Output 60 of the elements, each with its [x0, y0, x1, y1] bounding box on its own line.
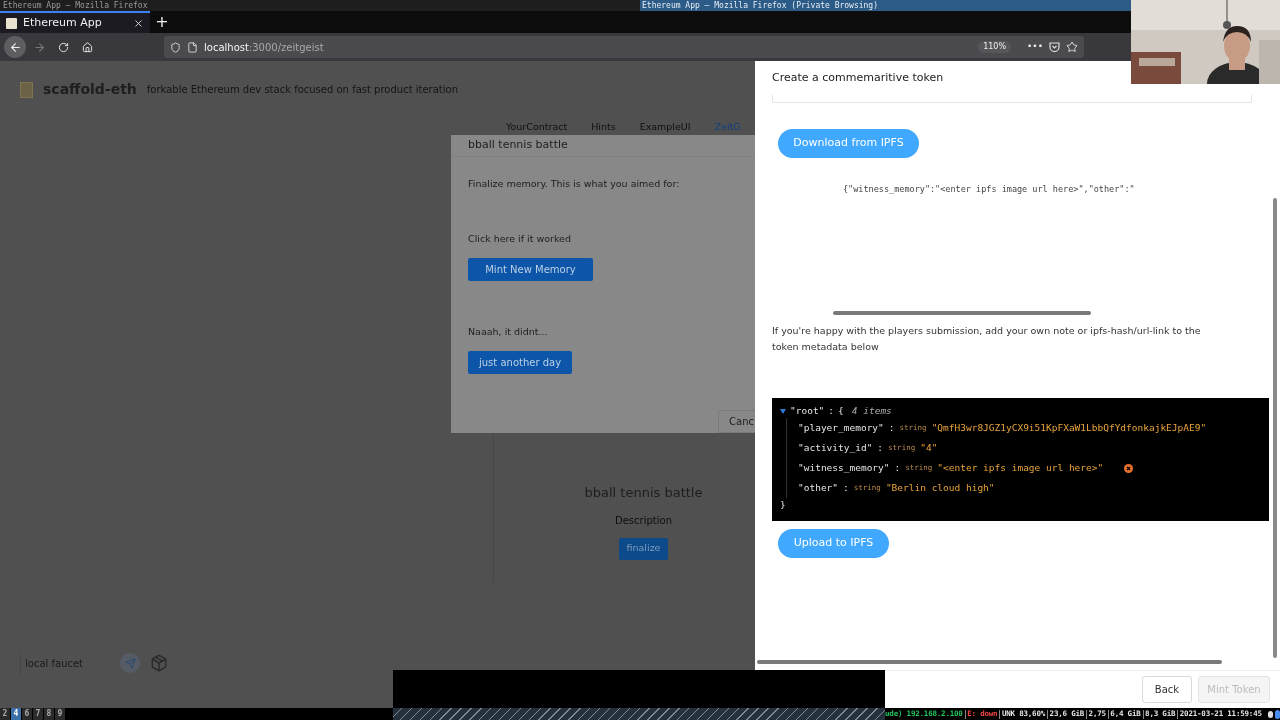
- browser-tab[interactable]: Ethereum App: [0, 11, 150, 33]
- workspace-button[interactable]: 4: [11, 708, 21, 720]
- delete-icon[interactable]: [1124, 463, 1134, 473]
- workspace-button[interactable]: 9: [55, 708, 65, 720]
- workspace-button[interactable]: 7: [33, 708, 43, 720]
- shield-icon[interactable]: [170, 41, 181, 53]
- modal-text: Click here if it worked: [468, 231, 571, 246]
- scrollbar[interactable]: [757, 660, 1222, 664]
- reload-icon[interactable]: [57, 41, 69, 53]
- tab-title: Ethereum App: [23, 14, 103, 31]
- workspace-button[interactable]: 6: [22, 708, 32, 720]
- url-text: localhost:3000/zeitgeist: [204, 40, 324, 55]
- window-title: Ethereum App — Mozilla Firefox (Private Browsing): [642, 1, 878, 10]
- json-value[interactable]: "QmfH3wr8JGZ1yCX9i51KpFXaW1LbbQfYdfonkajkEJpAE9": [931, 420, 1207, 436]
- json-value[interactable]: "4": [920, 440, 938, 456]
- another-day-button[interactable]: just another day: [468, 351, 573, 374]
- back-button[interactable]: Back: [1142, 676, 1192, 703]
- json-separator: :: [877, 440, 884, 455]
- close-icon[interactable]: [133, 17, 144, 29]
- input-field[interactable]: [772, 95, 1252, 103]
- window-title: Ethereum App — Mozilla Firefox: [3, 1, 148, 10]
- new-tab-button[interactable]: +: [150, 11, 174, 33]
- scrollbar[interactable]: [833, 311, 1091, 315]
- json-brace: }: [780, 498, 787, 512]
- instruction-text: If you're happy with the players submission, add your own note or ipfs-hash/url-link to the token metadata below: [772, 324, 1202, 354]
- json-separator: :: [828, 403, 835, 418]
- mint-memory-button[interactable]: Mint New Memory: [468, 257, 593, 281]
- mint-token-button: Mint Token: [1198, 676, 1270, 703]
- modal-text: Finalize memory. This is what you aimed for:: [468, 177, 680, 192]
- zoom-level[interactable]: 110%: [978, 41, 1012, 53]
- json-key: "other": [798, 480, 839, 496]
- json-brace: {: [838, 403, 844, 418]
- star-icon[interactable]: [1066, 41, 1078, 53]
- pocket-icon[interactable]: [1049, 42, 1060, 52]
- page-icon: [6, 17, 17, 29]
- workspace-button[interactable]: 2: [0, 708, 10, 720]
- scrollbar[interactable]: [1273, 198, 1277, 658]
- drawer-title: Create a commemaritive token: [772, 69, 944, 86]
- json-key: "witness_memory": [798, 460, 890, 476]
- json-separator: :: [888, 420, 895, 435]
- json-key: "player_memory": [798, 420, 884, 436]
- json-separator: :: [894, 460, 901, 475]
- json-value[interactable]: "<enter ipfs image url here>": [937, 460, 1104, 476]
- address-bar[interactable]: localhost:3000/zeitgeist 110% •••: [164, 36, 1084, 58]
- page-icon: [187, 41, 198, 53]
- home-icon[interactable]: [81, 41, 93, 53]
- caret-icon[interactable]: [780, 408, 786, 414]
- finalize-button[interactable]: finalize: [618, 537, 669, 560]
- workspace-button[interactable]: 8: [44, 708, 54, 720]
- card-description: Description: [615, 513, 672, 528]
- json-key: "activity_id": [798, 440, 873, 456]
- modal-text: Naaah, it didnt...: [468, 324, 548, 339]
- json-key: "root": [790, 403, 825, 419]
- more-button[interactable]: •••: [1027, 40, 1043, 54]
- json-separator: :: [843, 480, 849, 495]
- logo-icon: [20, 81, 33, 98]
- code-text: {"witness_memory":"<enter ipfs image url here>","other":": [843, 184, 1135, 194]
- item-count: 4 items: [851, 403, 892, 418]
- modal-title: bball tennis battle: [468, 137, 568, 154]
- json-value[interactable]: "Berlin cloud high": [885, 480, 995, 496]
